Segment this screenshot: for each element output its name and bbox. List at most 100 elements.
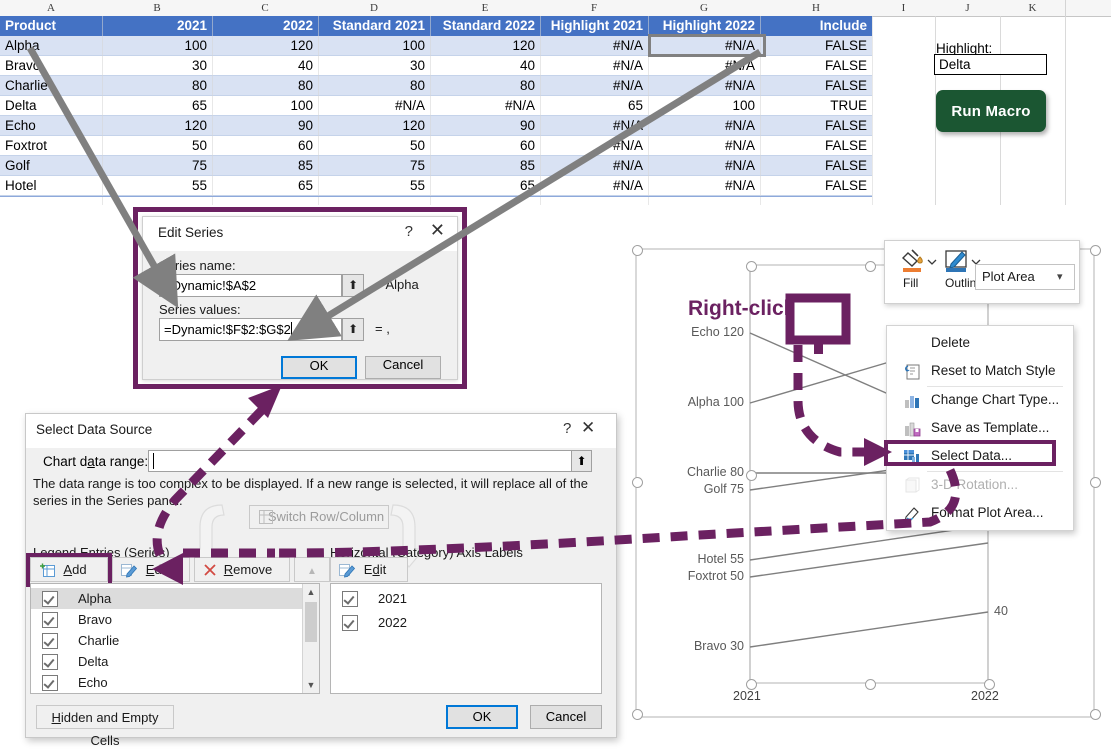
column-header-h[interactable]: H [760,0,873,16]
switch-row-column-button[interactable]: Switch Row/Column [249,505,389,529]
edit-series-button[interactable]: Edit [112,557,190,582]
checkbox[interactable] [42,654,58,670]
cell-hotel-include[interactable]: FALSE [760,176,872,196]
cell-golf-v2022[interactable]: 85 [212,156,318,176]
series-list-item-echo[interactable]: Echo [31,672,302,693]
chart-handle-tr[interactable] [1090,245,1101,256]
highlight-input[interactable]: Delta [934,54,1047,75]
column-header-d[interactable]: D [318,0,431,16]
chart-handle-br[interactable] [1090,709,1101,720]
cell-golf-h2021[interactable]: #N/A [540,156,648,176]
menu-item-save-as-template[interactable]: Save as Template... [887,415,1073,443]
cell-foxtrot-h2022[interactable]: #N/A [648,136,760,156]
cell-foxtrot-s2021[interactable]: 50 [318,136,430,156]
cell-charlie-h2022[interactable]: #N/A [648,76,760,96]
cell-foxtrot-product[interactable]: Foxtrot [0,136,102,156]
edit-series-dialog[interactable]: Edit Series ? ✕ Series name: =Dynamic!$A… [142,216,458,380]
menu-item-delete[interactable]: Delete [887,330,1073,358]
cell-echo-s2022[interactable]: 90 [430,116,540,136]
checkbox[interactable] [42,591,58,607]
legend-series-listbox[interactable]: ▲ ▼ Alpha Bravo Charlie Delta Echo [30,583,320,694]
fill-icon[interactable] [899,247,937,277]
run-macro-button[interactable]: Run Macro [936,90,1046,132]
cell-charlie-include[interactable]: FALSE [760,76,872,96]
cell-alpha-s2022[interactable]: 120 [430,36,540,56]
cell-foxtrot-s2022[interactable]: 60 [430,136,540,156]
cell-charlie-v2022[interactable]: 80 [212,76,318,96]
cell-golf-s2021[interactable]: 75 [318,156,430,176]
cell-echo-s2021[interactable]: 120 [318,116,430,136]
series-values-range-picker-icon[interactable]: ⬆ [342,318,364,341]
menu-item-format-plot-area[interactable]: Format Plot Area... [887,500,1073,528]
cell-echo-product[interactable]: Echo [0,116,102,136]
cell-foxtrot-v2022[interactable]: 60 [212,136,318,156]
cell-hotel-v2022[interactable]: 65 [212,176,318,196]
chevron-down-icon[interactable]: ▾ [1057,270,1063,283]
cell-delta-v2022[interactable]: 100 [212,96,318,116]
cell-foxtrot-h2021[interactable]: #N/A [540,136,648,156]
cell-delta-s2021[interactable]: #N/A [318,96,430,116]
cell-golf-v2021[interactable]: 75 [102,156,212,176]
cell-hotel-h2021[interactable]: #N/A [540,176,648,196]
cell-bravo-s2022[interactable]: 40 [430,56,540,76]
series-list-item-alpha[interactable]: Alpha [31,588,302,609]
cell-alpha-include[interactable]: FALSE [760,36,872,56]
cell-bravo-s2021[interactable]: 30 [318,56,430,76]
checkbox[interactable] [342,591,358,607]
column-header-g[interactable]: G [648,0,761,16]
cell-delta-include[interactable]: TRUE [760,96,872,116]
column-header-b[interactable]: B [102,0,213,16]
cell-bravo-v2021[interactable]: 30 [102,56,212,76]
plotarea-handle-bc[interactable] [865,679,876,690]
cell-alpha-v2022[interactable]: 120 [212,36,318,56]
category-axis-listbox[interactable]: 2021 2022 [330,583,602,694]
select-data-ok-button[interactable]: OK [446,705,518,729]
cell-alpha-s2021[interactable]: 100 [318,36,430,56]
plotarea-handle-ml[interactable] [746,470,757,481]
cell-delta-v2021[interactable]: 65 [102,96,212,116]
cell-golf-h2022[interactable]: #N/A [648,156,760,176]
cell-echo-h2022[interactable]: #N/A [648,116,760,136]
scrollbar-thumb[interactable] [305,602,317,642]
cell-echo-v2022[interactable]: 90 [212,116,318,136]
cell-bravo-h2021[interactable]: #N/A [540,56,648,76]
column-header-f[interactable]: F [540,0,649,16]
series-list-item-charlie[interactable]: Charlie [31,630,302,651]
move-up-button[interactable]: ▲ [294,557,330,582]
cell-echo-include[interactable]: FALSE [760,116,872,136]
hidden-and-empty-cells-button[interactable]: Hidden and Empty Cells [36,705,174,748]
cell-foxtrot-include[interactable]: FALSE [760,136,872,156]
cell-echo-v2021[interactable]: 120 [102,116,212,136]
checkbox[interactable] [42,633,58,649]
cell-golf-product[interactable]: Golf [0,156,102,176]
cell-delta-h2021[interactable]: 65 [540,96,648,116]
column-header-c[interactable]: C [212,0,319,16]
category-list-item-2021[interactable]: 2021 [331,588,601,609]
cell-alpha-h2021[interactable]: #N/A [540,36,648,56]
cell-golf-include[interactable]: FALSE [760,156,872,176]
series-values-input[interactable]: =Dynamic!$F$2:$G$2 [159,318,342,341]
checkbox[interactable] [42,612,58,628]
chart-context-menu[interactable]: Delete Reset to Match Style Change Chart T… [886,325,1074,531]
help-icon[interactable]: ? [405,223,413,240]
cell-golf-s2022[interactable]: 85 [430,156,540,176]
cell-charlie-v2021[interactable]: 80 [102,76,212,96]
menu-item-reset-to-match-style[interactable]: Reset to Match Style [887,358,1073,386]
cell-hotel-v2021[interactable]: 55 [102,176,212,196]
column-header-j[interactable]: J [935,0,1001,16]
close-icon[interactable]: ✕ [430,221,445,241]
column-header-a[interactable]: A [0,0,103,16]
cell-delta-h2022[interactable]: 100 [648,96,760,116]
checkbox[interactable] [42,675,58,691]
cell-hotel-s2021[interactable]: 55 [318,176,430,196]
cell-charlie-product[interactable]: Charlie [0,76,102,96]
cell-delta-product[interactable]: Delta [0,96,102,116]
column-header-i[interactable]: I [872,0,936,16]
cell-alpha-v2021[interactable]: 100 [102,36,212,56]
cell-bravo-v2022[interactable]: 40 [212,56,318,76]
cell-bravo-product[interactable]: Bravo [0,56,102,76]
menu-item-change-chart-type[interactable]: Change Chart Type... [887,387,1073,415]
chart-handle-bl[interactable] [632,709,643,720]
cell-charlie-h2021[interactable]: #N/A [540,76,648,96]
cell-bravo-h2022[interactable]: #N/A [648,56,760,76]
